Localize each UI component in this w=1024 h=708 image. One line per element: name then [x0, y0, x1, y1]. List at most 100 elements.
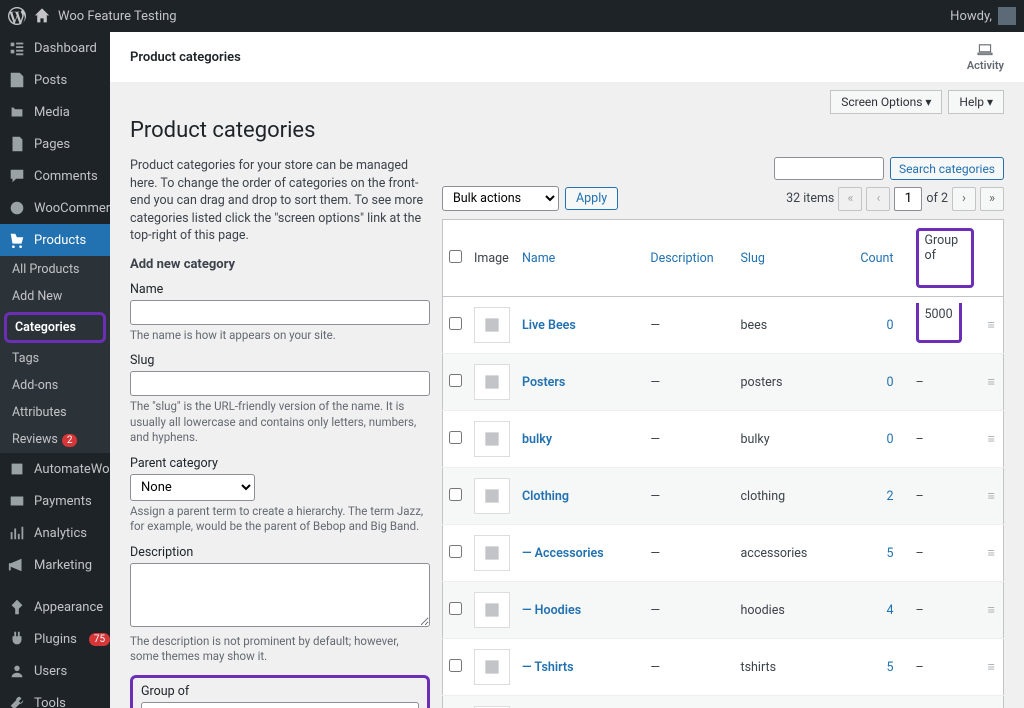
sidebar-item-comments[interactable]: Comments [0, 160, 110, 192]
category-name-link[interactable]: Live Bees [522, 318, 576, 333]
row-checkbox[interactable] [449, 488, 462, 501]
name-input[interactable] [130, 300, 430, 325]
category-count-link[interactable]: 0 [886, 318, 893, 333]
category-count-link[interactable]: 0 [886, 375, 893, 390]
row-checkbox[interactable] [449, 317, 462, 330]
drag-handle-icon[interactable]: ≡ [980, 354, 1004, 411]
category-name-link[interactable]: Posters [522, 375, 565, 390]
page-last-button[interactable]: » [980, 187, 1004, 211]
col-slug[interactable]: Slug [734, 220, 843, 297]
drag-handle-icon[interactable]: ≡ [980, 525, 1004, 582]
sidebar-item-analytics[interactable]: Analytics [0, 517, 110, 549]
category-count-link[interactable]: 5 [886, 660, 893, 675]
sidebar-item-appearance[interactable]: Appearance [0, 591, 110, 623]
category-slug: tshirts [734, 639, 843, 696]
category-name-link[interactable]: — Tshirts [522, 660, 574, 675]
slug-input[interactable] [130, 371, 430, 396]
sidebar-item-media[interactable]: Media [0, 96, 110, 128]
sidebar-item-tools[interactable]: Tools [0, 687, 110, 708]
sidebar-item-marketing[interactable]: Marketing [0, 549, 110, 581]
col-group-of-highlight: Group of [916, 228, 974, 288]
page-next-button[interactable]: › [952, 187, 976, 211]
category-description: — [644, 696, 734, 708]
sidebar-item-posts[interactable]: Posts [0, 64, 110, 96]
category-image-placeholder [474, 364, 510, 400]
col-description[interactable]: Description [644, 220, 734, 297]
category-description: — [644, 468, 734, 525]
wordpress-icon[interactable] [8, 7, 26, 25]
apply-button[interactable]: Apply [565, 187, 618, 210]
page-prev-button[interactable]: ‹ [866, 187, 890, 211]
sidebar-sub-tags[interactable]: Tags [0, 345, 110, 372]
col-count[interactable]: Count [843, 220, 909, 297]
category-slug: hoodies [734, 582, 843, 639]
sidebar-sub-addons[interactable]: Add-ons [0, 372, 110, 399]
sidebar-item-users[interactable]: Users [0, 655, 110, 687]
table-row: Posters — posters 0 – ≡ [443, 354, 1004, 411]
description-label: Description [130, 545, 430, 560]
sidebar-item-woocommerce[interactable]: WooCommerce [0, 192, 110, 224]
avatar[interactable] [998, 7, 1016, 25]
plugins-badge: 75 [89, 633, 110, 646]
row-checkbox[interactable] [449, 374, 462, 387]
screen-options-button[interactable]: Screen Options ▾ [830, 90, 942, 114]
drag-handle-icon[interactable]: ≡ [980, 411, 1004, 468]
sidebar-sub-attributes[interactable]: Attributes [0, 399, 110, 426]
greeting[interactable]: Howdy, [950, 9, 992, 24]
row-checkbox[interactable] [449, 602, 462, 615]
drag-handle-icon[interactable]: ≡ [980, 696, 1004, 708]
search-categories-button[interactable]: Search categories [890, 157, 1004, 180]
home-icon[interactable] [34, 8, 50, 24]
select-all-checkbox[interactable] [449, 250, 462, 263]
row-checkbox[interactable] [449, 431, 462, 444]
category-count-link[interactable]: 5 [886, 546, 893, 561]
sidebar-sub-categories[interactable]: Categories [4, 312, 106, 343]
bulk-actions-select[interactable]: Bulk actions [442, 186, 559, 211]
sidebar-item-pages[interactable]: Pages [0, 128, 110, 160]
activity-button[interactable]: Activity [967, 42, 1004, 72]
sidebar-item-products[interactable]: Products [0, 224, 110, 256]
drag-handle-icon[interactable]: ≡ [980, 639, 1004, 696]
parent-label: Parent category [130, 456, 430, 471]
category-name-link[interactable]: — Accessories [522, 546, 604, 561]
table-row: Customizable — customizable – – ≡ [443, 696, 1004, 708]
category-group: – [910, 468, 980, 525]
category-count-link[interactable]: 4 [886, 603, 893, 618]
parent-select[interactable]: None [130, 474, 255, 501]
category-name-link[interactable]: — Hoodies [522, 603, 581, 618]
admin-topbar: Woo Feature Testing Howdy, [0, 0, 1024, 32]
col-name[interactable]: Name [516, 220, 644, 297]
drag-handle-icon[interactable]: ≡ [980, 468, 1004, 525]
help-button[interactable]: Help ▾ [948, 90, 1004, 114]
sidebar-sub-reviews[interactable]: Reviews2 [0, 426, 110, 453]
sidebar-item-automatewoo[interactable]: AutomateWoo [0, 453, 110, 485]
category-image-placeholder [474, 478, 510, 514]
category-group: 5000 [910, 297, 980, 354]
category-name-link[interactable]: Clothing [522, 489, 569, 504]
drag-handle-icon[interactable]: ≡ [980, 297, 1004, 354]
group-of-field-highlight: Group of Enter a value to require custom… [130, 675, 430, 708]
group-input[interactable] [141, 702, 419, 708]
row-checkbox[interactable] [449, 659, 462, 672]
admin-sidebar: Dashboard Posts Media Pages Comments Woo… [0, 32, 110, 708]
category-count-link[interactable]: 2 [886, 489, 893, 504]
page-current-input[interactable] [894, 187, 922, 211]
sidebar-item-plugins[interactable]: Plugins75 [0, 623, 110, 655]
description-input[interactable] [130, 563, 430, 627]
site-name[interactable]: Woo Feature Testing [58, 9, 177, 24]
row-checkbox[interactable] [449, 545, 462, 558]
category-group: – [910, 354, 980, 411]
reviews-badge: 2 [62, 434, 78, 447]
sidebar-sub-all-products[interactable]: All Products [0, 256, 110, 283]
search-input[interactable] [774, 157, 884, 180]
intro-text: Product categories for your store can be… [130, 157, 430, 245]
table-row: — Accessories — accessories 5 – ≡ [443, 525, 1004, 582]
category-name-link[interactable]: bulky [522, 432, 552, 447]
drag-handle-icon[interactable]: ≡ [980, 582, 1004, 639]
sidebar-item-dashboard[interactable]: Dashboard [0, 32, 110, 64]
page-first-button[interactable]: « [838, 187, 862, 211]
category-group: – [910, 525, 980, 582]
sidebar-sub-add-new[interactable]: Add New [0, 283, 110, 310]
category-count-link[interactable]: 0 [886, 432, 893, 447]
sidebar-item-payments[interactable]: Payments [0, 485, 110, 517]
